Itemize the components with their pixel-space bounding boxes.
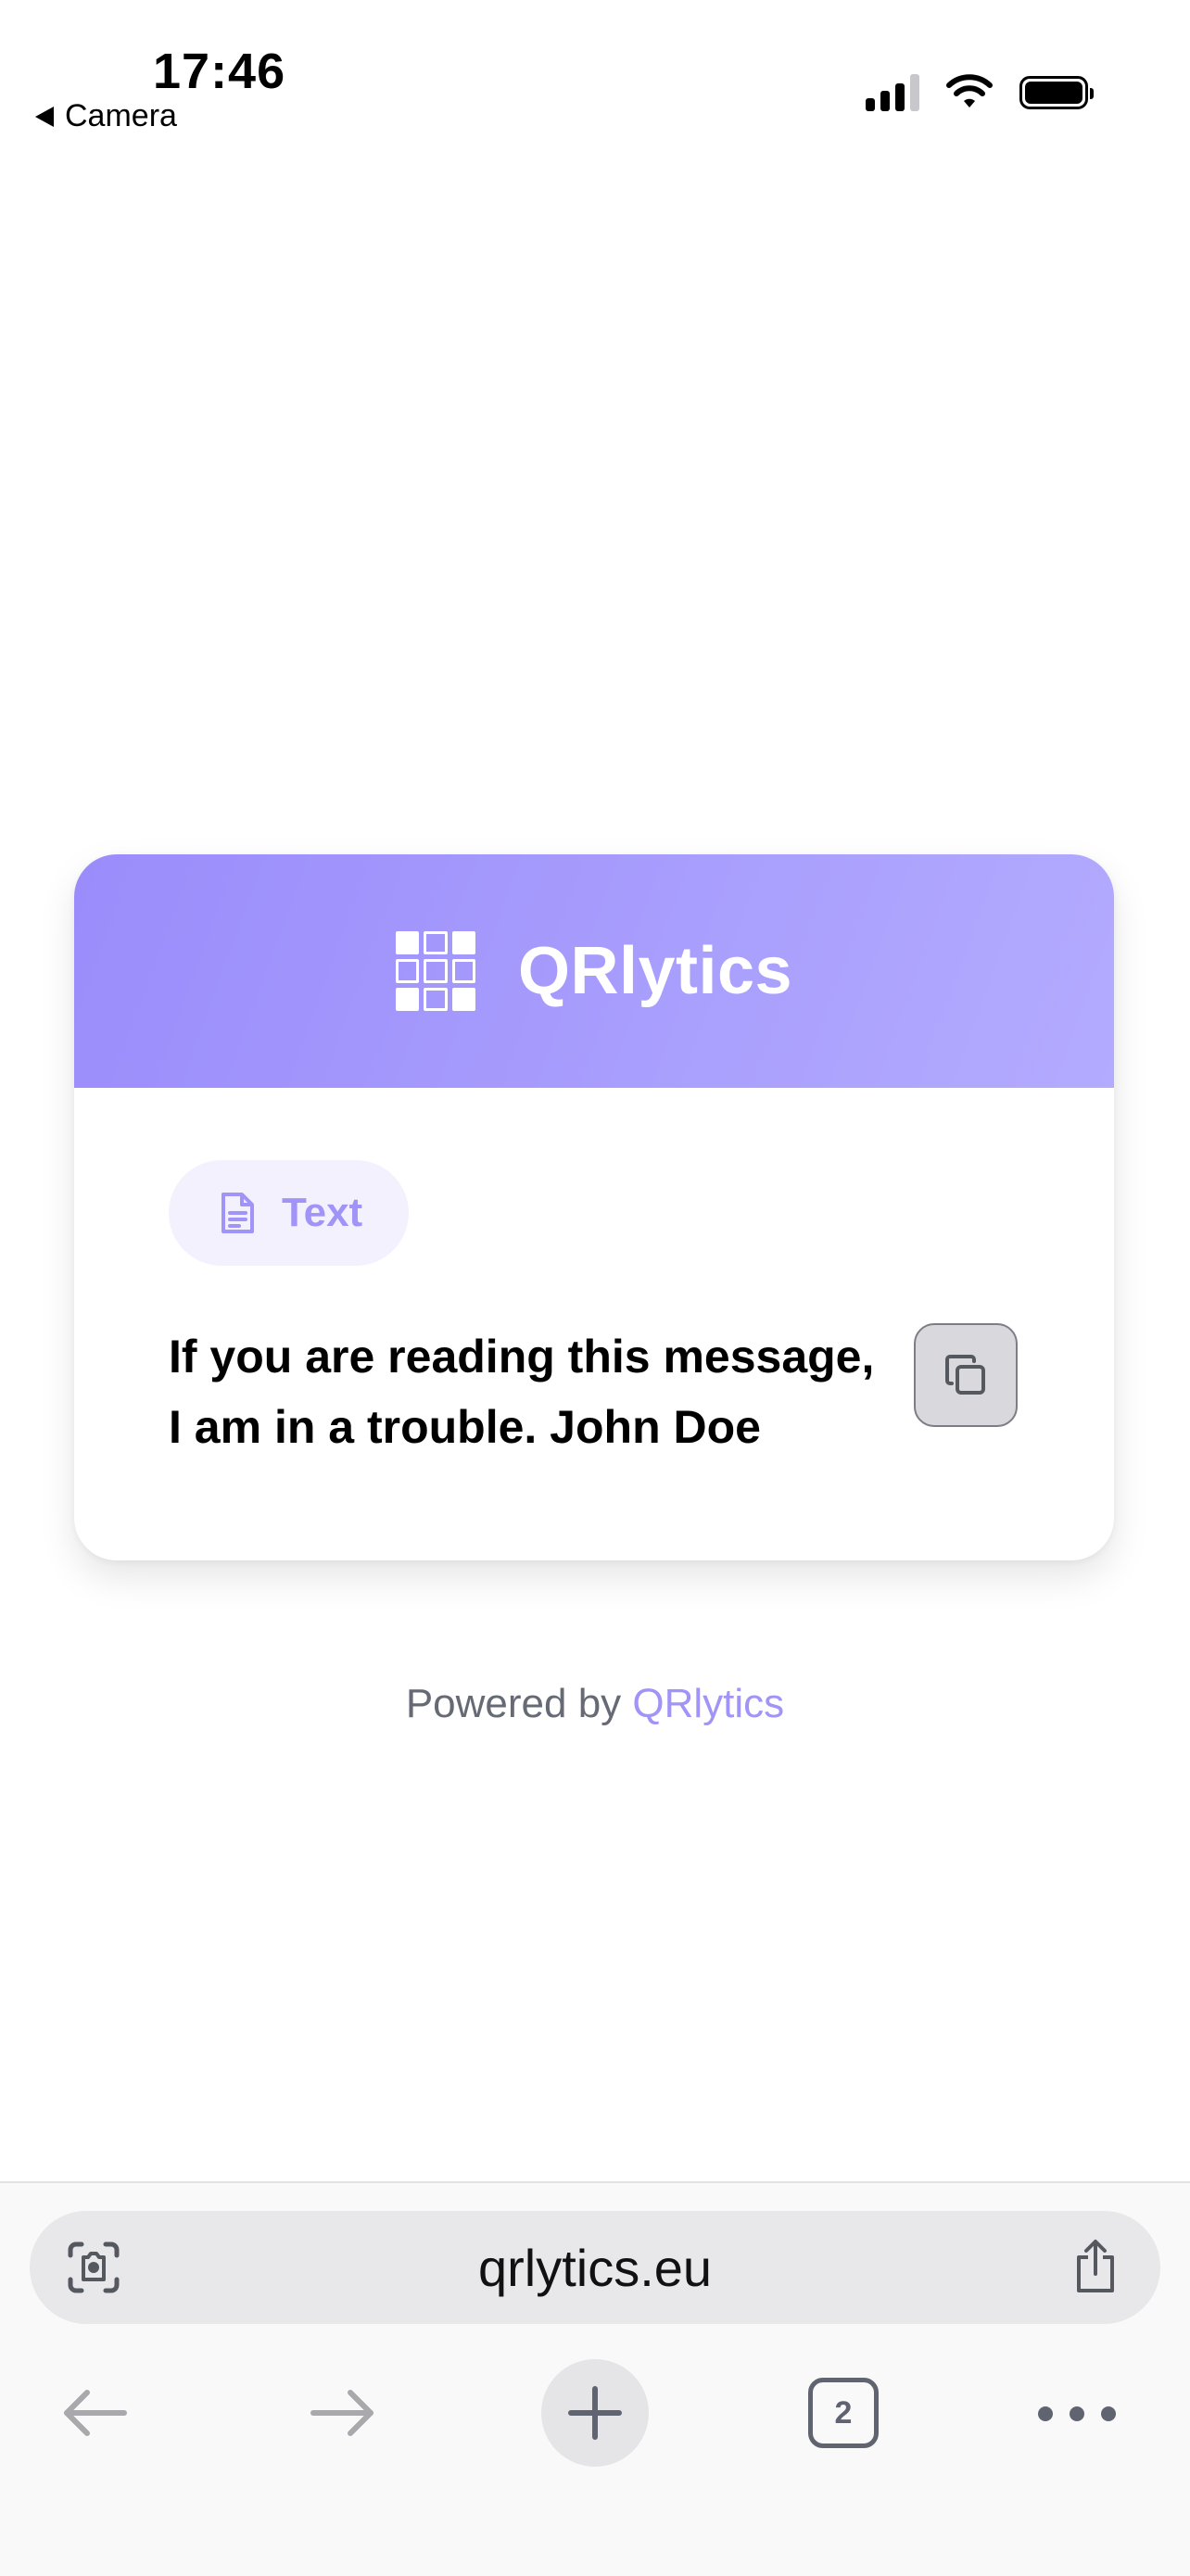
type-badge: Text <box>169 1160 410 1266</box>
url-text: qrlytics.eu <box>477 2238 713 2297</box>
wifi-icon <box>946 74 993 107</box>
powered-by: Powered by QRlytics <box>0 1681 1190 1727</box>
browser-toolbar: qrlytics.eu 2 <box>0 2181 1190 2576</box>
qr-result-card: QRlytics Text If you are reading this me… <box>74 854 1114 1560</box>
arrow-left-icon <box>64 2390 127 2436</box>
tabs-button[interactable]: 2 <box>808 2378 879 2448</box>
card-header: QRlytics <box>74 854 1114 1088</box>
more-button[interactable] <box>1029 2381 1125 2446</box>
more-icon <box>1070 2406 1084 2421</box>
more-icon <box>1101 2406 1116 2421</box>
back-button[interactable] <box>48 2376 141 2450</box>
status-time: 17:46 <box>153 44 286 99</box>
browser-nav-row: 2 <box>0 2359 1190 2470</box>
cellular-signal-icon <box>866 74 919 111</box>
tabs-count: 2 <box>834 2394 853 2431</box>
copy-icon <box>945 1355 985 1395</box>
status-bar: 17:46 Camera <box>0 0 1190 148</box>
back-to-camera-label: Camera <box>65 98 177 133</box>
status-icons <box>866 74 1094 111</box>
address-bar[interactable]: qrlytics.eu <box>30 2211 1160 2324</box>
more-icon <box>1038 2406 1053 2421</box>
powered-by-brand-link[interactable]: QRlytics <box>632 1681 784 1726</box>
new-tab-button[interactable] <box>541 2359 649 2467</box>
brand-title: QRlytics <box>517 934 793 1008</box>
back-triangle-icon <box>35 106 54 127</box>
battery-icon <box>1019 76 1094 109</box>
visual-search-icon[interactable] <box>65 2239 122 2296</box>
document-icon <box>222 1193 254 1233</box>
back-to-camera-link[interactable]: Camera <box>35 98 177 134</box>
type-badge-label: Text <box>282 1190 363 1235</box>
forward-button[interactable] <box>297 2376 389 2450</box>
share-icon[interactable] <box>1070 2237 1121 2296</box>
decoded-message: If you are reading this message, I am in… <box>169 1331 875 1453</box>
plus-icon <box>568 2386 622 2440</box>
qr-grid-icon <box>395 931 475 1011</box>
copy-button[interactable] <box>914 1323 1018 1427</box>
arrow-right-icon <box>310 2390 373 2436</box>
powered-by-prefix: Powered by <box>405 1681 622 1726</box>
